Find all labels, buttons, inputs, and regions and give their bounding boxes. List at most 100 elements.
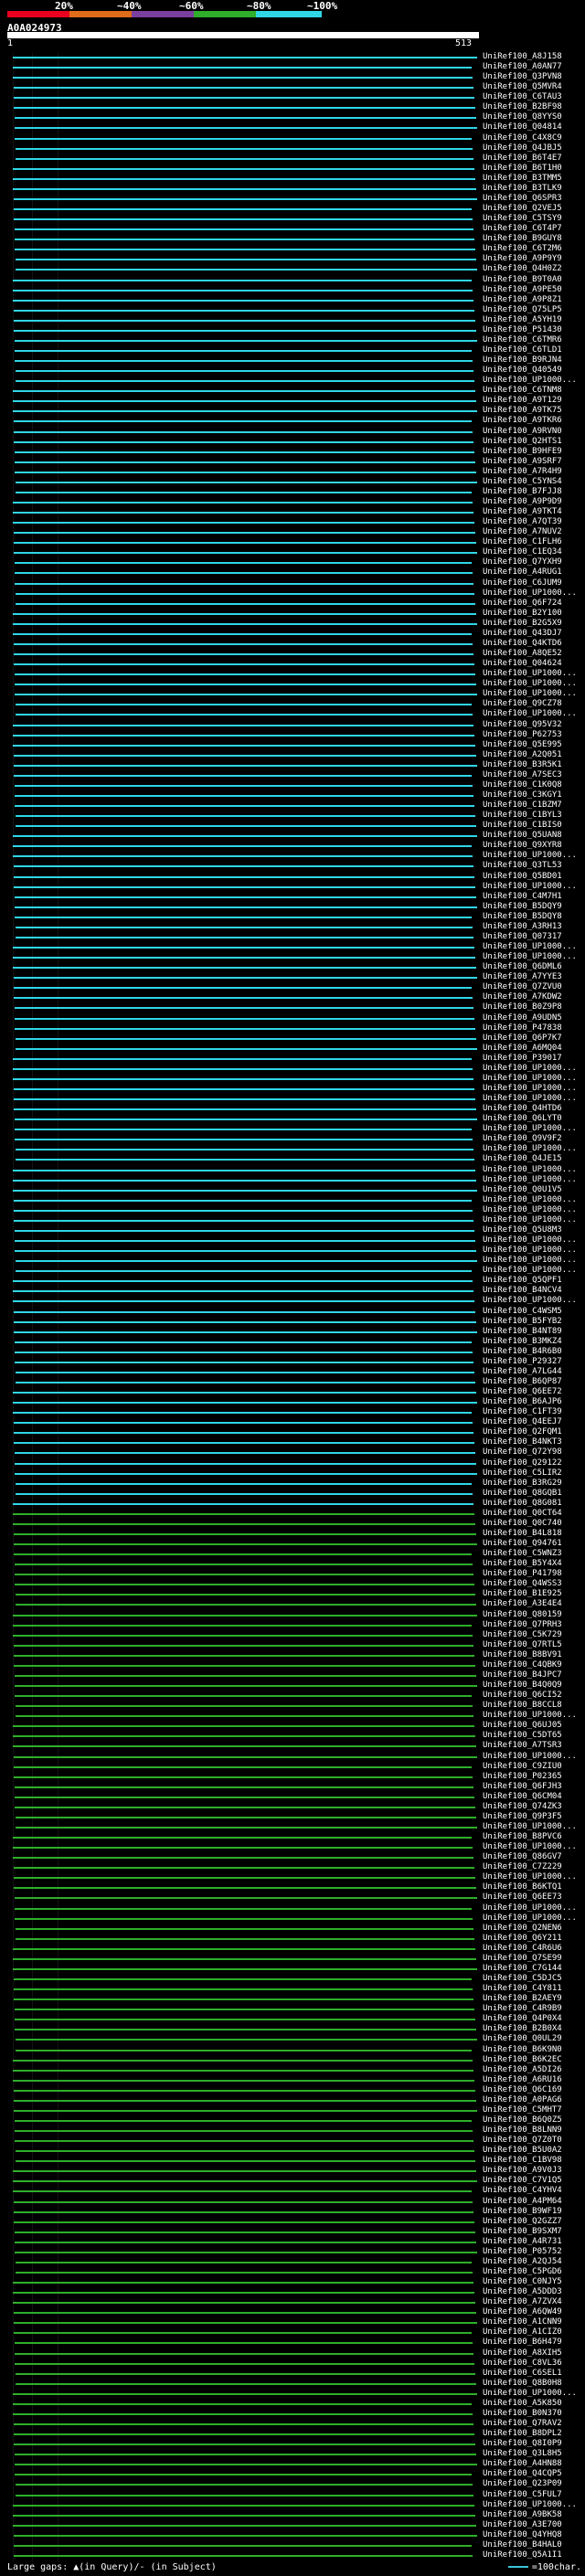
hit-label[interactable]: UniRef100_C8VL36 [483,2359,562,2369]
alignment-line[interactable] [15,694,477,696]
hit-row[interactable]: UniRef100_Q04624 [0,659,585,669]
hit-label[interactable]: UniRef100_Q0U1V5 [483,1185,562,1195]
hit-label[interactable]: UniRef100_A2QJ54 [483,2257,562,2267]
hit-row[interactable]: UniRef100_Q7RTL5 [0,1640,585,1650]
hit-label[interactable]: UniRef100_C1K0Q8 [483,780,562,790]
alignment-line[interactable] [14,1098,475,1101]
hit-row[interactable]: UniRef100_UP1000... [0,1752,585,1762]
hit-label[interactable]: UniRef100_A0AN77 [483,62,562,72]
hit-row[interactable]: UniRef100_Q9P3F5 [0,1812,585,1822]
alignment-line[interactable] [14,642,473,645]
hit-row[interactable]: UniRef100_C1BZM7 [0,800,585,811]
hit-row[interactable]: UniRef100_Q6FJH3 [0,1782,585,1792]
hit-row[interactable]: UniRef100_UP1000... [0,1266,585,1276]
hit-row[interactable]: UniRef100_A9SRF7 [0,457,585,467]
hit-label[interactable]: UniRef100_Q8G081 [483,1499,562,1509]
alignment-line[interactable] [16,491,472,493]
alignment-line[interactable] [14,1209,473,1212]
hit-row[interactable]: UniRef100_Q8G081 [0,1499,585,1509]
hit-row[interactable]: UniRef100_Q7RAV2 [0,2419,585,2429]
alignment-line[interactable] [14,2433,474,2436]
alignment-line[interactable] [14,532,475,535]
hit-row[interactable]: UniRef100_C4M7H1 [0,892,585,902]
alignment-line[interactable] [14,2089,475,2092]
alignment-line[interactable] [15,896,476,898]
hit-label[interactable]: UniRef100_B6Q0Z5 [483,2115,562,2125]
hit-row[interactable]: UniRef100_C6TLD1 [0,345,585,355]
hit-row[interactable]: UniRef100_B8DPL2 [0,2429,585,2439]
hit-row[interactable]: UniRef100_A9P8Z1 [0,295,585,305]
hit-label[interactable]: UniRef100_Q04814 [483,122,562,133]
hit-row[interactable]: UniRef100_B9HFE9 [0,447,585,457]
hit-label[interactable]: UniRef100_UP1000... [483,1165,577,1175]
alignment-line[interactable] [16,269,477,271]
hit-label[interactable]: UniRef100_Q5U8M3 [483,1225,562,1235]
hit-label[interactable]: UniRef100_A5K850 [483,2399,562,2409]
hit-label[interactable]: UniRef100_Q2FQM1 [483,1427,562,1437]
hit-row[interactable]: UniRef100_UP1000... [0,1094,585,1104]
hit-row[interactable]: UniRef100_Q9CZ78 [0,699,585,709]
hit-row[interactable]: UniRef100_UP1000... [0,1711,585,1721]
alignment-line[interactable] [15,2251,477,2253]
hit-row[interactable]: UniRef100_B3RG29 [0,1479,585,1489]
alignment-line[interactable] [14,2554,473,2557]
alignment-line[interactable] [14,2544,472,2547]
hit-row[interactable]: UniRef100_P02365 [0,1772,585,1782]
hit-row[interactable]: UniRef100_A9PE50 [0,285,585,295]
hit-row[interactable]: UniRef100_B6H479 [0,2337,585,2348]
hit-row[interactable]: UniRef100_UP1000... [0,679,585,689]
alignment-line[interactable] [15,360,473,363]
hit-label[interactable]: UniRef100_UP1000... [483,1266,577,1276]
hit-row[interactable]: UniRef100_Q6EE73 [0,1892,585,1903]
hit-row[interactable]: UniRef100_Q8GQB1 [0,1489,585,1499]
hit-label[interactable]: UniRef100_A9RVN0 [483,427,562,437]
hit-label[interactable]: UniRef100_C5WNZ3 [483,1549,562,1559]
hit-label[interactable]: UniRef100_UP1000... [483,1711,577,1721]
hit-row[interactable]: UniRef100_C6JUM9 [0,578,585,588]
hit-row[interactable]: UniRef100_Q0U1V5 [0,1185,585,1195]
hit-label[interactable]: UniRef100_C4R9B9 [483,2004,562,2014]
alignment-line[interactable] [15,349,472,352]
hit-label[interactable]: UniRef100_B3TMM5 [483,174,562,184]
hit-row[interactable]: UniRef100_A6MQ04 [0,1044,585,1054]
hit-label[interactable]: UniRef100_C6TLD1 [483,345,562,355]
hit-label[interactable]: UniRef100_A7R4H9 [483,467,562,477]
alignment-line[interactable] [15,2454,476,2456]
hit-row[interactable]: UniRef100_B6T1H0 [0,164,585,174]
alignment-line[interactable] [15,1118,477,1121]
hit-label[interactable]: UniRef100_Q4P0X4 [483,2014,562,2024]
hit-label[interactable]: UniRef100_B6H479 [483,2337,562,2348]
hit-label[interactable]: UniRef100_B2Y100 [483,609,562,619]
hit-label[interactable]: UniRef100_Q3PVN8 [483,72,562,82]
hit-row[interactable]: UniRef100_UP1000... [0,1235,585,1246]
hit-row[interactable]: UniRef100_UP1000... [0,1256,585,1266]
alignment-line[interactable] [13,2059,473,2062]
alignment-line[interactable] [13,1169,475,1171]
alignment-line[interactable] [14,552,477,555]
hit-row[interactable]: UniRef100_B3TMM5 [0,174,585,184]
hit-row[interactable]: UniRef100_UP1000... [0,1246,585,1256]
hit-row[interactable]: UniRef100_A3RH13 [0,922,585,932]
hit-row[interactable]: UniRef100_Q4P0X4 [0,2014,585,2024]
alignment-line[interactable] [13,2069,473,2072]
alignment-line[interactable] [16,1927,473,1930]
hit-row[interactable]: UniRef100_A5DDD3 [0,2287,585,2297]
hit-row[interactable]: UniRef100_C6TMR6 [0,335,585,345]
hit-label[interactable]: UniRef100_A5DDD3 [483,2287,562,2297]
alignment-line[interactable] [15,1674,476,1677]
hit-label[interactable]: UniRef100_Q6EE73 [483,1892,562,1903]
hit-label[interactable]: UniRef100_Q43DJ7 [483,629,562,639]
hit-row[interactable]: UniRef100_C9ZIU0 [0,1762,585,1772]
hit-row[interactable]: UniRef100_UP1000... [0,1842,585,1852]
hit-row[interactable]: UniRef100_Q6CM04 [0,1792,585,1802]
alignment-line[interactable] [16,1149,473,1151]
alignment-line[interactable] [13,512,473,514]
hit-label[interactable]: UniRef100_C5K729 [483,1630,562,1640]
alignment-line[interactable] [14,1877,475,1880]
alignment-line[interactable] [13,2302,475,2305]
alignment-line[interactable] [14,885,475,888]
alignment-line[interactable] [16,1371,474,1373]
alignment-line[interactable] [13,502,473,504]
alignment-line[interactable] [16,1381,475,1383]
hit-row[interactable]: UniRef100_Q94761 [0,1539,585,1549]
